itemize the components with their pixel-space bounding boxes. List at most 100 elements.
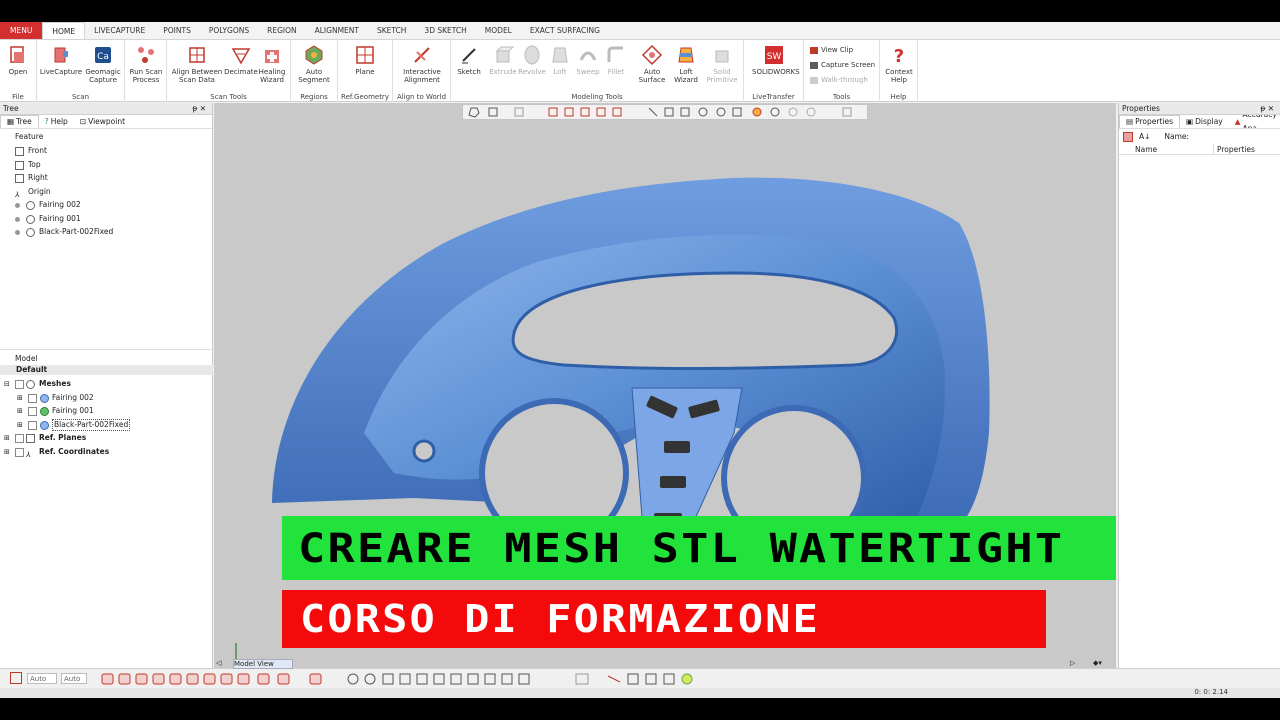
next-view-arrow-icon[interactable]: ▷ — [1070, 659, 1075, 667]
slot-3 — [664, 441, 690, 453]
origin-icon: ⅄ — [26, 449, 31, 459]
feature-item-top[interactable]: Top — [0, 158, 212, 172]
box-display-icon — [484, 673, 496, 685]
subtab-tree[interactable]: ▦ Tree — [0, 115, 39, 128]
checkbox-icon[interactable] — [15, 380, 24, 389]
subtab-viewpoint-label: Viewpoint — [88, 116, 126, 126]
feature-item-origin[interactable]: ⅄ Origin — [0, 185, 212, 199]
display-icon: ▣ — [1186, 116, 1194, 126]
view-tab-model-view[interactable]: Model View — [233, 659, 293, 669]
selection-filter-icon[interactable] — [10, 672, 22, 684]
tab-sketch[interactable]: SKETCH — [368, 22, 415, 39]
subtab-display[interactable]: ▣ Display — [1180, 115, 1229, 128]
tab-exact-surfacing[interactable]: EXACT SURFACING — [521, 22, 609, 39]
view-options-icon[interactable]: ◆▾ — [1093, 659, 1102, 667]
pin-close-icons[interactable]: ᵽ ✕ — [192, 103, 206, 115]
feature-item-front[interactable]: Front — [0, 144, 212, 158]
sort-az-icon[interactable]: A↓ — [1139, 132, 1150, 141]
model-default-label: Default — [16, 365, 48, 374]
auto-surface-icon — [641, 44, 663, 66]
auto-segment-button[interactable]: Auto Segment — [292, 42, 336, 84]
fillet-icon — [607, 46, 623, 62]
tree-panel-header: Tree ᵽ ✕ — [0, 103, 212, 115]
deselect-icon — [277, 673, 290, 685]
feature-item-black-part[interactable]: Black-Part-002Fixed — [0, 225, 212, 239]
selection-mode-combo-1[interactable]: Auto — [27, 673, 57, 684]
title-banner-red: CORSO DI FORMAZIONE — [282, 590, 1046, 648]
view-clip-button[interactable]: View Clip — [810, 46, 853, 54]
interactive-alignment-button[interactable]: Interactive Alignment — [400, 42, 444, 84]
plane-button[interactable]: Plane — [343, 42, 387, 76]
mesh-blue-icon — [40, 420, 49, 430]
tab-region[interactable]: REGION — [258, 22, 306, 39]
checkbox-icon[interactable] — [15, 434, 24, 443]
open-button[interactable]: Open — [0, 42, 40, 76]
decimate-icon — [231, 48, 251, 65]
subtab-viewpoint[interactable]: ⊡ Viewpoint — [74, 115, 131, 128]
checkbox-icon[interactable] — [15, 447, 24, 457]
livecapture-button[interactable]: LiveCapture — [39, 42, 83, 76]
solid-primitive-button[interactable]: Solid Primitive — [700, 42, 744, 84]
smooth-icon — [416, 673, 428, 685]
subtab-help[interactable]: ? Help — [39, 115, 74, 128]
name-label: Name: — [1164, 132, 1190, 141]
feature-item-fairing-001[interactable]: Fairing 001 — [0, 212, 212, 226]
col-properties: Properties — [1217, 145, 1255, 154]
subtab-properties[interactable]: ▤ Properties — [1119, 115, 1180, 128]
solid-primitive-label-1: Solid — [713, 68, 731, 76]
healing-wizard-button[interactable]: Healing Wizard — [250, 42, 294, 84]
model-meshes[interactable]: ⊟ Meshes — [0, 377, 213, 391]
model-viewport[interactable]: CREARE MESH STL WATERTIGHT CORSO DI FORM… — [214, 103, 1116, 679]
model-mesh-fairing-002[interactable]: ⊞ Fairing 002 — [0, 391, 213, 405]
solid-primitive-icon — [715, 50, 729, 63]
pin-close-icons[interactable]: ᵽ ✕ — [1260, 103, 1274, 115]
run-scan-process-button[interactable]: Run Scan Process — [124, 42, 168, 84]
model-ref-coordinates[interactable]: ⊞ ⅄ Ref. Coordinates — [0, 445, 213, 459]
tab-points[interactable]: POINTS — [154, 22, 200, 39]
model-mesh-black-part[interactable]: ⊞ Black-Part-002Fixed — [0, 418, 213, 432]
tab-home[interactable]: HOME — [42, 22, 86, 39]
checkbox-icon[interactable] — [28, 393, 37, 403]
bottom-tool-icons[interactable] — [98, 671, 718, 687]
capture-screen-button[interactable]: Capture Screen — [810, 61, 875, 69]
model-ref-planes[interactable]: ⊞ Ref. Planes — [0, 431, 213, 445]
dimension-icon — [607, 675, 621, 683]
group-runscan: Run Scan Process — [125, 40, 167, 102]
feature-item-fairing-002[interactable]: Fairing 002 — [0, 198, 212, 212]
subtab-help-label: Help — [50, 116, 68, 126]
walk-icon — [810, 76, 818, 84]
geomagic-capture-button[interactable]: Ca Geomagic Capture — [81, 42, 125, 84]
selection-mode-combo-2[interactable]: Auto — [61, 673, 87, 684]
help-question-icon: ? — [894, 46, 904, 66]
feature-item-right[interactable]: Right — [0, 171, 212, 185]
tab-model[interactable]: MODEL — [476, 22, 521, 39]
solidworks-button[interactable]: SW SOLIDWORKS — [752, 42, 800, 76]
context-help-button[interactable]: ? Context Help — [877, 42, 921, 84]
prev-view-arrow-icon[interactable]: ◁ — [216, 659, 221, 667]
camera-icon — [810, 61, 818, 69]
run-scan-label-1: Run Scan — [129, 68, 163, 76]
subtab-display-label: Display — [1195, 116, 1223, 126]
align-between-scan-data-button[interactable]: Align Between Scan Data — [171, 42, 223, 84]
subtab-accuracy[interactable]: ▲Accuracy Ana — [1229, 115, 1280, 128]
group-label-align-world: Align to World — [396, 93, 447, 101]
group-label-ref-geometry: Ref.Geometry — [341, 93, 389, 101]
combo1-value: Auto — [30, 675, 47, 683]
select-through-icon — [237, 673, 250, 685]
checkbox-icon[interactable] — [28, 407, 37, 416]
tab-menu[interactable]: MENU — [0, 22, 43, 39]
context-help-label-2: Help — [891, 76, 907, 84]
walk-through-button[interactable]: Walk-through — [810, 76, 868, 84]
left-mount-hole — [412, 439, 436, 463]
categorized-icon[interactable] — [1123, 131, 1133, 142]
mesh-label: Fairing 002 — [52, 392, 94, 402]
checkbox-icon[interactable] — [28, 420, 37, 430]
tab-polygons[interactable]: POLYGONS — [200, 22, 258, 39]
subtab-tree-label: Tree — [16, 117, 32, 126]
properties-panel-header: Properties ᵽ ✕ — [1119, 103, 1280, 115]
tab-alignment[interactable]: ALIGNMENT — [306, 22, 368, 39]
model-mesh-fairing-001[interactable]: ⊞ Fairing 001 — [0, 404, 213, 418]
tab-livecapture[interactable]: LIVECAPTURE — [85, 22, 154, 39]
tab-3d-sketch[interactable]: 3D SKETCH — [415, 22, 475, 39]
geomagic-capture-icon: Ca — [95, 47, 111, 63]
